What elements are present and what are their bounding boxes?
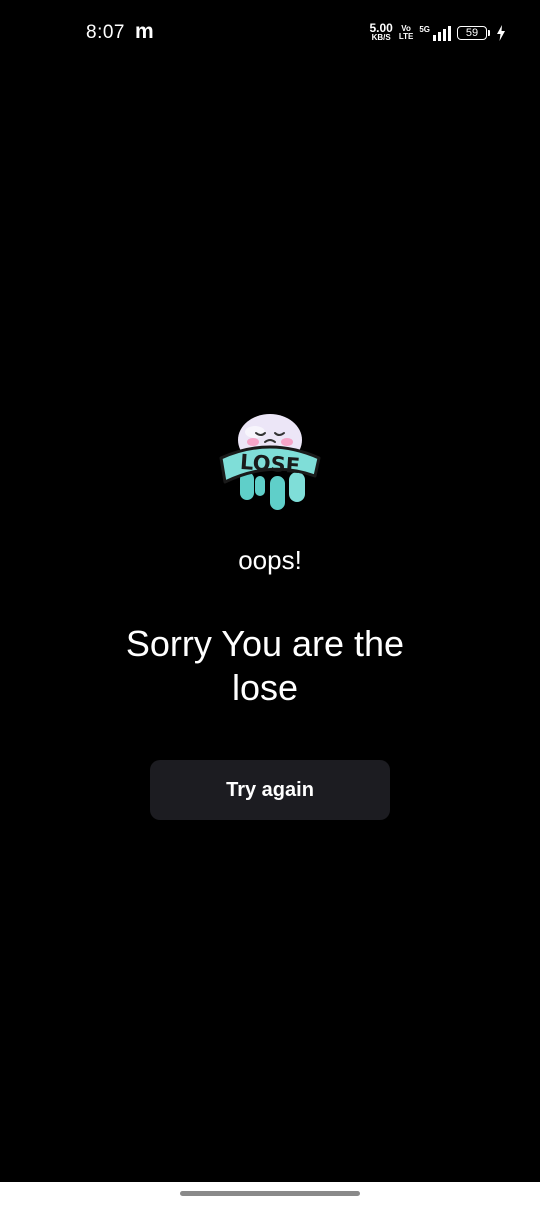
m-app-icon: m	[135, 20, 154, 43]
network-gen: 5G	[419, 25, 430, 34]
volte-bottom: LTE	[398, 32, 414, 41]
status-indicators: 5.00 KB/S Vo LTE 5G 59	[369, 21, 506, 42]
oops-text: oops!	[238, 545, 302, 575]
battery-icon: 59	[457, 26, 490, 40]
battery-level: 59	[457, 26, 487, 40]
sad-lose-mascot-icon: LOSE	[219, 414, 321, 510]
network-speed-unit: KB/S	[371, 33, 391, 42]
network-speed-value: 5.00	[369, 21, 393, 35]
navigation-bar	[0, 1182, 540, 1206]
signal-icon: 5G	[419, 25, 451, 41]
lose-headline: Sorry You are the lose	[125, 623, 405, 708]
lose-badge-text: LOSE	[239, 450, 300, 478]
volte-icon: Vo LTE	[399, 25, 414, 41]
status-bar: 8:07 m 5.00 KB/S Vo LTE 5G 59	[0, 0, 540, 70]
lose-screen: 8:07 m 5.00 KB/S Vo LTE 5G 59 LOSE oops!…	[0, 0, 540, 1206]
status-time: 8:07	[86, 22, 125, 43]
home-indicator[interactable]	[180, 1191, 360, 1196]
try-again-button[interactable]: Try again	[150, 760, 390, 820]
charging-bolt-icon	[497, 25, 505, 41]
network-speed: 5.00 KB/S	[369, 21, 393, 42]
